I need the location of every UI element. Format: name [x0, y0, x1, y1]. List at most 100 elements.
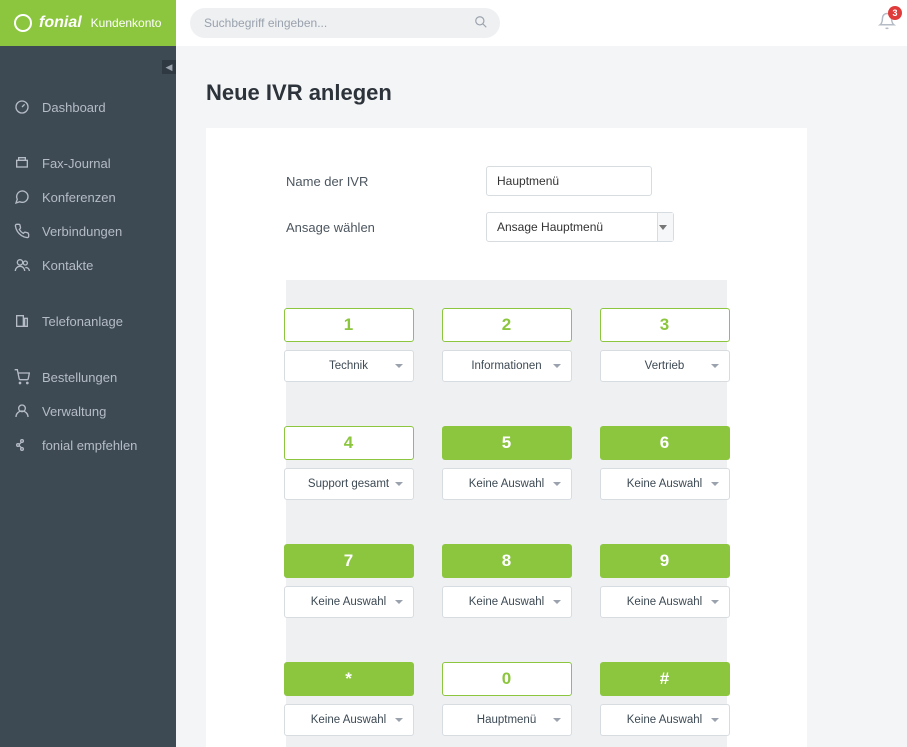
sidebar-item-label: Verbindungen [42, 224, 122, 239]
keypad-cell-7: 7 Keine Auswahl [284, 544, 414, 618]
page-title: Neue IVR anlegen [176, 46, 907, 128]
brand-logo-icon [14, 14, 32, 32]
main-content: Neue IVR anlegen Name der IVR Ansage wäh… [176, 46, 907, 747]
keypad-key-*[interactable]: * [284, 662, 414, 696]
gauge-icon [14, 99, 32, 115]
search-area [176, 1, 867, 45]
notification-badge: 3 [888, 6, 902, 20]
keypad-cell-1: 1 Technik [284, 308, 414, 382]
keypad-select-*[interactable]: Keine Auswahl [284, 704, 414, 736]
keypad-cell-3: 3 Vertrieb [600, 308, 730, 382]
sidebar-item-label: Konferenzen [42, 190, 116, 205]
keypad-select-value: Keine Auswahl [469, 596, 544, 608]
sidebar-item-label: Dashboard [42, 100, 106, 115]
users-icon [14, 257, 32, 273]
keypad-select-value: Keine Auswahl [627, 596, 702, 608]
keypad-cell-6: 6 Keine Auswahl [600, 426, 730, 500]
sidebar-item-label: Fax-Journal [42, 156, 111, 171]
search-input[interactable] [190, 8, 500, 38]
keypad-cell-9: 9 Keine Auswahl [600, 544, 730, 618]
sidebar: ◀ Dashboard Fax-Journal Konferenzen [0, 46, 176, 747]
keypad-select-7[interactable]: Keine Auswahl [284, 586, 414, 618]
keypad-cell-2: 2 Informationen [442, 308, 572, 382]
search-icon[interactable] [474, 15, 488, 34]
sidebar-item-fax-journal[interactable]: Fax-Journal [0, 146, 176, 180]
keypad-select-5[interactable]: Keine Auswahl [442, 468, 572, 500]
keypad-key-4[interactable]: 4 [284, 426, 414, 460]
sidebar-item-fonial-empfehlen[interactable]: fonial empfehlen [0, 428, 176, 462]
search [190, 8, 500, 38]
keypad-cell-0: 0 Hauptmenü [442, 662, 572, 736]
keypad-select-0[interactable]: Hauptmenü [442, 704, 572, 736]
announcement-select[interactable]: Ansage Hauptmenü [486, 212, 674, 242]
sidebar-item-label: Telefonanlage [42, 314, 123, 329]
keypad-key-6[interactable]: 6 [600, 426, 730, 460]
user-icon [14, 403, 32, 419]
brand-bar: fonial Kundenkonto [0, 0, 176, 46]
keypad-key-8[interactable]: 8 [442, 544, 572, 578]
keypad-key-2[interactable]: 2 [442, 308, 572, 342]
keypad-key-1[interactable]: 1 [284, 308, 414, 342]
header: fonial Kundenkonto 3 [0, 0, 907, 46]
keypad-select-value: Keine Auswahl [627, 714, 702, 726]
keypad-key-5[interactable]: 5 [442, 426, 572, 460]
keypad-select-value: Vertrieb [645, 360, 685, 372]
cart-icon [14, 369, 32, 385]
keypad-key-0[interactable]: 0 [442, 662, 572, 696]
sidebar-item-label: Bestellungen [42, 370, 117, 385]
sidebar-item-label: Kontakte [42, 258, 93, 273]
phone-icon [14, 223, 32, 239]
keypad-select-#[interactable]: Keine Auswahl [600, 704, 730, 736]
ivr-name-input[interactable] [486, 166, 652, 196]
keypad-select-8[interactable]: Keine Auswahl [442, 586, 572, 618]
keypad-select-value: Support gesamt [308, 478, 389, 490]
sidebar-item-verwaltung[interactable]: Verwaltung [0, 394, 176, 428]
keypad-key-7[interactable]: 7 [284, 544, 414, 578]
sidebar-item-dashboard[interactable]: Dashboard [0, 90, 176, 124]
keypad-area: 1 Technik 2 Informationen 3 Vertrieb 4 Support … [286, 280, 727, 747]
chat-icon [14, 189, 32, 205]
brand-subtitle: Kundenkonto [91, 16, 162, 30]
keypad-cell-8: 8 Keine Auswahl [442, 544, 572, 618]
phone-system-icon [14, 313, 32, 329]
keypad-select-value: Keine Auswahl [627, 478, 702, 490]
sidebar-item-bestellungen[interactable]: Bestellungen [0, 360, 176, 394]
keypad-select-value: Keine Auswahl [311, 714, 386, 726]
keypad-select-1[interactable]: Technik [284, 350, 414, 382]
sidebar-item-label: fonial empfehlen [42, 438, 137, 453]
keypad-cell-#: # Keine Auswahl [600, 662, 730, 736]
keypad-select-value: Keine Auswahl [311, 596, 386, 608]
brand-name: fonial [39, 14, 82, 32]
ivr-card: Name der IVR Ansage wählen Ansage Hauptm… [206, 128, 807, 747]
keypad-key-3[interactable]: 3 [600, 308, 730, 342]
keypad-select-value: Informationen [471, 360, 541, 372]
header-right: 3 [867, 12, 907, 35]
keypad-key-9[interactable]: 9 [600, 544, 730, 578]
share-icon [14, 437, 32, 453]
keypad-cell-5: 5 Keine Auswahl [442, 426, 572, 500]
sidebar-item-kontakte[interactable]: Kontakte [0, 248, 176, 282]
keypad-select-4[interactable]: Support gesamt [284, 468, 414, 500]
chevron-down-icon [657, 213, 673, 241]
keypad-cell-*: * Keine Auswahl [284, 662, 414, 736]
sidebar-item-konferenzen[interactable]: Konferenzen [0, 180, 176, 214]
sidebar-item-telefonanlage[interactable]: Telefonanlage [0, 304, 176, 338]
keypad-cell-4: 4 Support gesamt [284, 426, 414, 500]
notifications-button[interactable]: 3 [878, 12, 896, 35]
keypad-select-3[interactable]: Vertrieb [600, 350, 730, 382]
sidebar-collapse-toggle[interactable]: ◀ [162, 60, 176, 74]
fax-icon [14, 155, 32, 171]
form-row-name: Name der IVR [224, 158, 789, 204]
ivr-name-label: Name der IVR [286, 174, 486, 189]
sidebar-item-label: Verwaltung [42, 404, 106, 419]
keypad-select-value: Technik [329, 360, 368, 372]
keypad-select-2[interactable]: Informationen [442, 350, 572, 382]
announcement-label: Ansage wählen [286, 220, 486, 235]
keypad-select-value: Hauptmenü [477, 714, 536, 726]
announcement-select-value: Ansage Hauptmenü [497, 220, 603, 234]
keypad-key-#[interactable]: # [600, 662, 730, 696]
sidebar-item-verbindungen[interactable]: Verbindungen [0, 214, 176, 248]
keypad-select-value: Keine Auswahl [469, 478, 544, 490]
keypad-select-6[interactable]: Keine Auswahl [600, 468, 730, 500]
keypad-select-9[interactable]: Keine Auswahl [600, 586, 730, 618]
